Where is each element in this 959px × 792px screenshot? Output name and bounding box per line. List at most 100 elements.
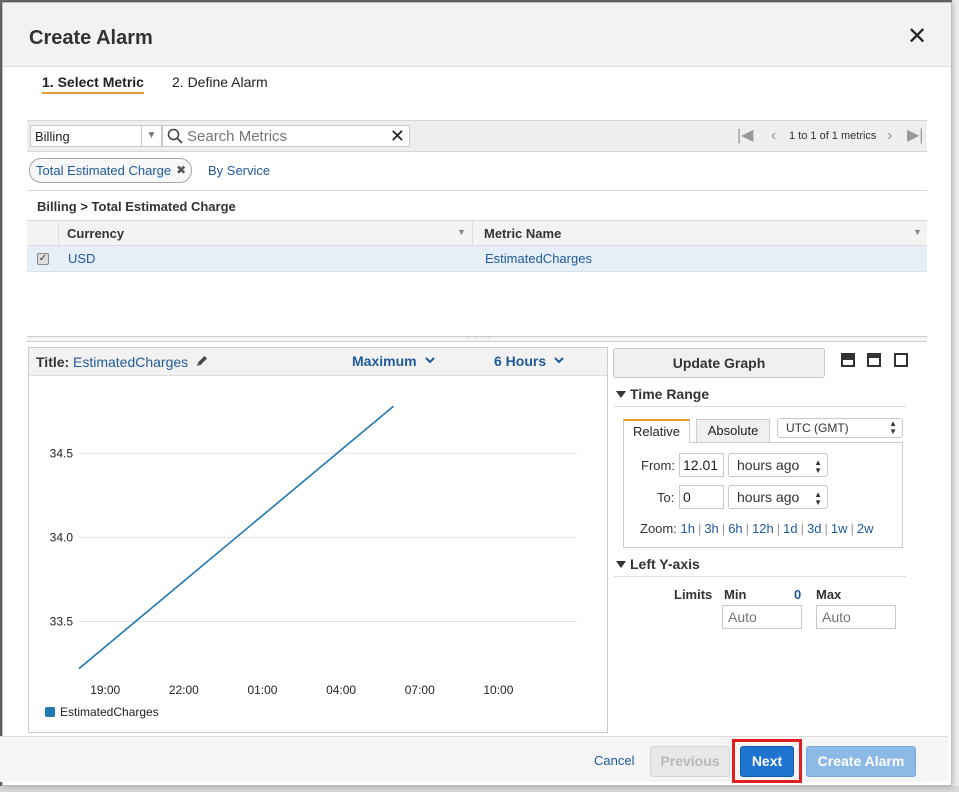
layout-large-icon[interactable]: [894, 353, 908, 367]
x-tick-label: 01:00: [247, 683, 277, 697]
limits-label: Limits: [674, 587, 713, 602]
to-unit-select[interactable]: hours ago ▲ ▼: [728, 485, 828, 509]
resize-splitter[interactable]: · · · ·: [27, 333, 927, 342]
max-limit-input[interactable]: [816, 605, 896, 629]
namespace-select[interactable]: Billing ▼: [30, 125, 162, 147]
min-label: Min: [724, 587, 747, 602]
column-separator: [58, 221, 59, 246]
legend-swatch: [45, 707, 55, 717]
step-select-metric[interactable]: 1. Select Metric: [42, 74, 144, 94]
min-zero-link[interactable]: 0: [794, 587, 801, 602]
period-dropdown[interactable]: 6 Hours: [494, 353, 564, 369]
by-service-link[interactable]: By Service: [208, 163, 270, 178]
min-limit-input[interactable]: [722, 605, 802, 629]
previous-button[interactable]: Previous: [650, 746, 730, 777]
from-label: From:: [641, 458, 675, 473]
divider: [614, 576, 906, 577]
table-row[interactable]: ✓ USD EstimatedCharges: [27, 246, 927, 272]
from-hours-input[interactable]: [679, 453, 724, 477]
from-unit-select[interactable]: hours ago ▲ ▼: [728, 453, 828, 477]
time-range-header[interactable]: Time Range: [616, 386, 709, 402]
metric-filter-bar: Billing ▼ ✕ |◀ ‹ 1 to 1 of 1 metrics › ▶…: [27, 120, 927, 152]
to-unit-value: hours ago: [737, 489, 800, 505]
x-tick-label: 19:00: [90, 683, 120, 697]
time-range-label: Time Range: [630, 386, 710, 402]
search-input[interactable]: [187, 127, 383, 145]
x-tick-label: 04:00: [326, 683, 356, 697]
remove-token-icon[interactable]: ✖: [176, 163, 186, 177]
y-tick-label: 34.0: [50, 530, 74, 544]
divider: [614, 406, 906, 407]
chevron-down-icon: [554, 357, 564, 364]
modal-header: Create Alarm ✕: [3, 3, 951, 67]
y-tick-label: 33.5: [50, 615, 74, 629]
legend-label: EstimatedCharges: [60, 705, 159, 719]
metric-breadcrumb: Billing > Total Estimated Charge: [37, 199, 236, 214]
table-header: Currency ▼ Metric Name ▼: [27, 220, 927, 246]
x-tick-label: 07:00: [405, 683, 435, 697]
tab-relative[interactable]: Relative: [623, 419, 690, 443]
column-header-metric-name[interactable]: Metric Name: [484, 226, 561, 241]
timezone-select[interactable]: UTC (GMT) ▲ ▼: [777, 418, 903, 438]
collapse-triangle-icon: [616, 561, 626, 568]
last-page-icon[interactable]: ▶|: [907, 127, 923, 145]
left-y-axis-header[interactable]: Left Y-axis: [616, 556, 700, 572]
layout-small-icon[interactable]: [841, 353, 855, 367]
cell-currency[interactable]: USD: [68, 251, 95, 266]
divider: [27, 190, 927, 191]
modal-title: Create Alarm: [29, 27, 153, 49]
x-tick-label: 22:00: [169, 683, 199, 697]
sort-caret-icon[interactable]: ▼: [457, 227, 466, 237]
graph-title-value[interactable]: EstimatedCharges: [73, 354, 188, 370]
left-y-axis-label: Left Y-axis: [630, 556, 700, 572]
from-unit-value: hours ago: [737, 457, 800, 473]
cancel-link[interactable]: Cancel: [594, 753, 634, 768]
zoom-3h[interactable]: 3h: [704, 521, 718, 536]
select-arrows-icon: ▲ ▼: [889, 419, 897, 436]
timezone-value: UTC (GMT): [786, 421, 849, 435]
next-button[interactable]: Next: [740, 746, 794, 777]
to-label: To:: [657, 490, 675, 505]
chevron-down-icon: [424, 357, 435, 364]
cell-metric-name[interactable]: EstimatedCharges: [485, 251, 592, 266]
update-graph-button[interactable]: Update Graph: [613, 348, 825, 378]
sort-caret-icon[interactable]: ▼: [913, 227, 922, 237]
background-page-edge: [952, 0, 959, 792]
clear-search-icon[interactable]: ✕: [390, 127, 405, 145]
next-page-icon[interactable]: ›: [887, 127, 892, 145]
zoom-options: Zoom: 1h | 3h | 6h | 12h | 1d | 3d | 1w | 2w: [640, 521, 874, 536]
chevron-down-icon: ▼: [141, 126, 161, 146]
graph-header: Title: EstimatedCharges Maximum 6 Hours: [29, 348, 607, 376]
row-checkbox[interactable]: ✓: [37, 253, 49, 265]
search-icon: [167, 128, 183, 144]
zoom-6h[interactable]: 6h: [728, 521, 742, 536]
namespace-value: Billing: [35, 129, 70, 144]
zoom-1h[interactable]: 1h: [680, 521, 694, 536]
pencil-icon[interactable]: [195, 354, 209, 368]
prev-page-icon[interactable]: ‹: [771, 127, 776, 145]
select-arrows-icon: ▲ ▼: [814, 490, 822, 507]
first-page-icon[interactable]: |◀: [737, 127, 753, 145]
to-hours-input[interactable]: [679, 485, 724, 509]
create-alarm-button[interactable]: Create Alarm: [806, 746, 916, 777]
tab-absolute[interactable]: Absolute: [696, 419, 770, 443]
layout-medium-icon[interactable]: [867, 353, 881, 367]
select-arrows-icon: ▲ ▼: [814, 458, 822, 475]
column-header-currency[interactable]: Currency: [67, 226, 124, 241]
drag-handle-icon[interactable]: · · · ·: [467, 333, 491, 342]
close-icon[interactable]: ✕: [907, 25, 927, 49]
zoom-3d[interactable]: 3d: [807, 521, 821, 536]
collapse-triangle-icon: [616, 391, 626, 398]
zoom-label: Zoom:: [640, 521, 677, 536]
y-tick-label: 34.5: [50, 446, 74, 460]
zoom-1w[interactable]: 1w: [831, 521, 848, 536]
x-tick-label: 10:00: [483, 683, 513, 697]
filter-token-total-estimated-charge[interactable]: Total Estimated Charge ✖: [29, 158, 193, 183]
zoom-12h[interactable]: 12h: [752, 521, 774, 536]
statistic-dropdown[interactable]: Maximum: [352, 353, 435, 369]
zoom-2w[interactable]: 2w: [857, 521, 874, 536]
pager-text: 1 to 1 of 1 metrics: [789, 130, 877, 142]
zoom-1d[interactable]: 1d: [783, 521, 797, 536]
step-define-alarm[interactable]: 2. Define Alarm: [172, 74, 268, 90]
search-box: ✕: [162, 125, 410, 147]
